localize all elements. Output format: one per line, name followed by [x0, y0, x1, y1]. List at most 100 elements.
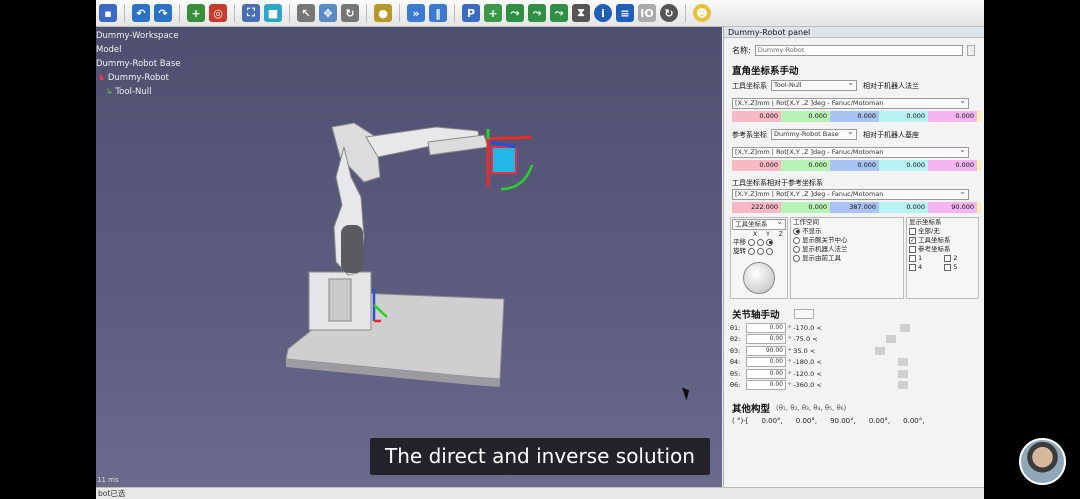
- joint-label: θ1:: [730, 323, 741, 332]
- run-icon[interactable]: »: [407, 4, 425, 22]
- translate-x-radio[interactable]: [748, 238, 756, 246]
- joint-move-icon[interactable]: ⤳: [506, 4, 524, 22]
- display-opt-4-checkbox[interactable]: [909, 263, 916, 271]
- joint-1-slider[interactable]: [899, 323, 910, 332]
- workspace-opt-wrist[interactable]: 显示腕关节中心: [791, 236, 903, 245]
- display-opt-tool-checkbox: ✓: [909, 236, 916, 244]
- io-output-icon[interactable]: IO: [638, 4, 656, 22]
- ref-y-value[interactable]: 0.000: [781, 160, 830, 171]
- display-opt-row-1: 1 2: [907, 254, 978, 263]
- tool-ry-value[interactable]: 0.000: [928, 111, 977, 122]
- joint-toggle-button[interactable]: [793, 309, 814, 319]
- ref-frame-row: 参考系坐标 Dummy-Robot Base 相对于机器人基座: [732, 129, 919, 140]
- jog-knob[interactable]: [743, 262, 775, 294]
- pose-ry-value[interactable]: 90.000: [928, 202, 977, 213]
- move-icon[interactable]: ✥: [319, 4, 337, 22]
- target-icon[interactable]: ◎: [209, 4, 227, 22]
- tool-x-value[interactable]: 0.000: [732, 111, 781, 122]
- panel-title: Dummy-Robot panel: [724, 27, 984, 38]
- name-button[interactable]: [966, 45, 975, 56]
- joint-6-input[interactable]: 0.00: [746, 380, 786, 391]
- color-icon[interactable]: ●: [374, 4, 392, 22]
- joint-2-slider[interactable]: [885, 335, 896, 344]
- tool-rz-value[interactable]: [977, 111, 981, 122]
- name-input[interactable]: Dummy-Robot: [754, 45, 963, 56]
- ref-rx-value[interactable]: 0.000: [879, 160, 928, 171]
- fit-view-icon[interactable]: ⛶: [242, 4, 260, 22]
- z-label: Z: [778, 231, 783, 238]
- workspace-opt-flange[interactable]: 显示机器人法兰: [791, 245, 903, 254]
- add-frame-icon[interactable]: +: [187, 4, 205, 22]
- joint-5-input[interactable]: 0.00: [746, 368, 786, 379]
- toolbar-separator: [399, 4, 400, 22]
- pose-format-select[interactable]: [X,Y,Z]mm | Rot[X,Y ,Z ]deg - Fanuc/Moto…: [732, 189, 969, 200]
- workspace-opt-tool[interactable]: 显示由前工具: [791, 254, 903, 263]
- tool-format-select[interactable]: [X,Y,Z]mm | Rot[X,Y ,Z ]deg - Fanuc/Moto…: [732, 98, 969, 109]
- ref-frame-select[interactable]: Dummy-Robot Base: [771, 129, 857, 140]
- pose-z-value[interactable]: 387.000: [830, 202, 879, 213]
- ref-x-value[interactable]: 0.000: [732, 160, 781, 171]
- joint-6-slider[interactable]: [897, 381, 908, 390]
- info-icon[interactable]: i: [594, 4, 612, 22]
- display-opt-all-checkbox: [909, 227, 916, 235]
- rotate-y-radio[interactable]: [757, 247, 765, 255]
- tool-frame-rel-label: 相对于机器人法兰: [863, 81, 919, 90]
- display-opt-5-checkbox[interactable]: [944, 263, 952, 271]
- workspace-opt-none[interactable]: 不显示: [791, 227, 903, 236]
- display-opt-ref[interactable]: 参考坐标系: [907, 245, 978, 254]
- translate-y-radio[interactable]: [757, 238, 765, 246]
- joint-3-input[interactable]: 90.00: [746, 345, 786, 356]
- display-opt-label: 4: [918, 263, 923, 271]
- pose-rz-value[interactable]: [977, 202, 981, 213]
- display-opt-1-checkbox[interactable]: [909, 254, 916, 262]
- ref-ry-value[interactable]: 0.000: [928, 160, 977, 171]
- rotate-select-icon[interactable]: ↻: [341, 4, 359, 22]
- tool-frame-select[interactable]: Tool-Null: [771, 80, 857, 91]
- linear-move-icon[interactable]: ⤳: [528, 4, 546, 22]
- robot-face-icon[interactable]: ☻: [693, 4, 711, 22]
- toolbar-separator: [289, 4, 290, 22]
- rotate-label: 旋转: [733, 247, 746, 255]
- save-icon[interactable]: ▪: [99, 4, 117, 22]
- display-opt-all[interactable]: 全部/无: [907, 227, 978, 236]
- 3d-viewport[interactable]: Dummy-Workspace Model Dummy-Robot Base ♞…: [96, 27, 722, 487]
- joint-5-slider[interactable]: [897, 369, 908, 378]
- undo-icon[interactable]: ↶: [132, 4, 150, 22]
- rotate-z-radio[interactable]: [766, 247, 774, 255]
- tool-rel-ref-label: 工具坐标系相对于参考坐标系: [732, 179, 823, 187]
- ref-format-select[interactable]: [X,Y,Z]mm | Rot[X,Y ,Z ]deg - Fanuc/Moto…: [732, 147, 969, 158]
- circular-move-icon[interactable]: ⤳: [550, 4, 568, 22]
- pose-y-value[interactable]: 0.000: [781, 202, 830, 213]
- translate-z-radio[interactable]: [766, 238, 774, 246]
- ref-frame-label: 参考系坐标: [732, 130, 767, 139]
- tool-z-value[interactable]: 0.000: [830, 111, 879, 122]
- cube-view-icon[interactable]: ■: [264, 4, 282, 22]
- pose-rx-value[interactable]: 0.000: [879, 202, 928, 213]
- joint-4-slider[interactable]: [897, 358, 908, 367]
- jog-frame-select[interactable]: 工具坐标系: [732, 219, 786, 230]
- ref-rz-value[interactable]: [977, 160, 981, 171]
- pose-x-value[interactable]: 222.000: [732, 202, 781, 213]
- joint-2-input[interactable]: 0.00: [746, 334, 786, 345]
- pause-icon[interactable]: ‖: [429, 4, 447, 22]
- loop-icon[interactable]: ↻: [660, 4, 678, 22]
- io-icon[interactable]: ≡: [616, 4, 634, 22]
- tool-y-value[interactable]: 0.000: [781, 111, 830, 122]
- display-opt-label: 2: [953, 254, 958, 262]
- ref-frame-rel-label: 相对于机器人基座: [863, 130, 919, 139]
- joint-1-input[interactable]: 0.00: [746, 322, 786, 333]
- tool-rx-value[interactable]: 0.000: [879, 111, 928, 122]
- redo-icon[interactable]: ↷: [154, 4, 172, 22]
- workspace-title: 工作空间: [793, 218, 819, 226]
- add-program-icon[interactable]: +: [484, 4, 502, 22]
- python-icon[interactable]: P: [462, 4, 480, 22]
- display-opt-2-checkbox[interactable]: [944, 254, 952, 262]
- select-icon[interactable]: ↖: [297, 4, 315, 22]
- rotate-x-radio[interactable]: [748, 247, 756, 255]
- pause-program-icon[interactable]: ⧗: [572, 4, 590, 22]
- joint-3-slider[interactable]: [875, 346, 886, 355]
- ref-z-value[interactable]: 0.000: [830, 160, 879, 171]
- workspace-opt-wrist-radio: [793, 236, 800, 244]
- joint-4-input[interactable]: 0.00: [746, 357, 786, 368]
- display-opt-tool[interactable]: ✓ 工具坐标系: [907, 236, 978, 245]
